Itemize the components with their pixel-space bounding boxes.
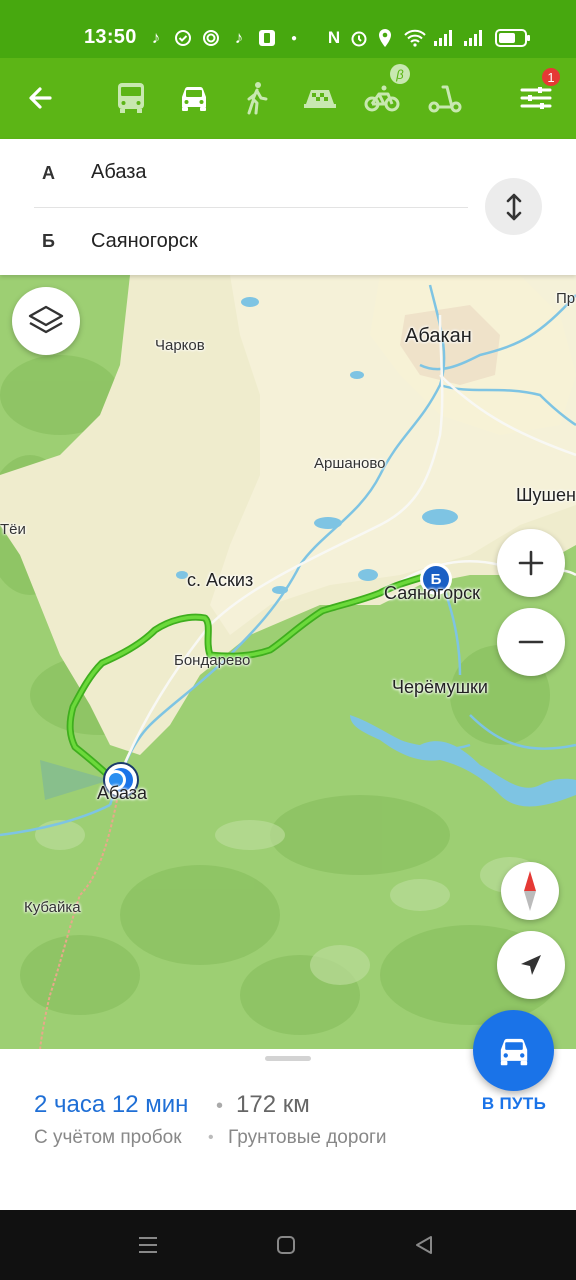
wifi-icon	[402, 28, 428, 48]
zoom-in-button[interactable]	[497, 529, 565, 597]
compass-button[interactable]	[501, 862, 559, 920]
battery-app-icon	[257, 28, 277, 48]
back-triangle-icon	[416, 1236, 432, 1254]
start-point-marker[interactable]	[102, 763, 140, 799]
start-navigation-button[interactable]	[473, 1010, 554, 1091]
spiral-icon	[201, 28, 221, 48]
navigation-arrow-icon	[521, 955, 541, 975]
tiktok-icon: ♪	[151, 28, 161, 47]
signal-icon	[462, 28, 486, 48]
nfc-icon: N	[327, 28, 341, 47]
bike-icon	[364, 85, 400, 112]
location-icon	[375, 28, 395, 48]
back-nav-button[interactable]	[409, 1230, 439, 1260]
walk-icon	[247, 82, 268, 115]
layers-icon	[28, 305, 64, 334]
point-b-field[interactable]: Саяногорск	[91, 230, 198, 253]
swap-vertical-icon	[506, 193, 521, 220]
my-location-button[interactable]	[497, 931, 565, 999]
map-label-shushen: Шушен	[516, 485, 576, 505]
map-label-askiz: с. Аскиз	[187, 570, 254, 590]
taxi-icon	[304, 90, 336, 108]
sheet-drag-handle[interactable]	[265, 1056, 311, 1061]
back-button[interactable]	[12, 70, 68, 126]
map-label-charkov: Чарков	[155, 337, 205, 354]
status-time: 13:50	[84, 26, 137, 48]
car-mode-button[interactable]	[166, 70, 222, 126]
plus-icon	[518, 550, 544, 576]
taxi-mode-button[interactable]	[292, 70, 348, 126]
map-label-abakan: Абакан	[405, 325, 472, 347]
start-navigation-label[interactable]: В ПУТЬ	[470, 1094, 558, 1114]
road-type-note: Грунтовые дороги	[228, 1127, 387, 1148]
dot-icon: ●	[290, 32, 298, 44]
car-icon	[182, 86, 206, 111]
zoom-out-button[interactable]	[497, 608, 565, 676]
scooter-mode-button[interactable]	[417, 70, 473, 126]
minus-icon	[518, 640, 544, 644]
transport-mode-bar: β 1	[0, 58, 576, 139]
recent-apps-button[interactable]	[133, 1230, 163, 1260]
check-circle-icon	[173, 28, 193, 48]
home-square-icon	[277, 1236, 295, 1254]
point-a-field[interactable]: Абаза	[91, 161, 147, 184]
bus-icon	[118, 83, 144, 113]
separator-dot: •	[216, 1095, 224, 1117]
walk-mode-button[interactable]	[228, 70, 284, 126]
traffic-note: С учётом пробок	[34, 1127, 182, 1148]
tiktok-icon: ♪	[234, 28, 244, 47]
alarm-icon	[349, 28, 369, 48]
point-a-letter: А	[42, 163, 55, 183]
route-duration: 2 часа 12 мин	[34, 1091, 189, 1118]
map-label-arshanovo: Аршаново	[314, 455, 386, 472]
battery-icon	[494, 28, 532, 48]
status-bar: 13:50 ♪ ♪ ● N	[0, 0, 576, 58]
filter-count-badge: 1	[540, 66, 562, 88]
separator-dot: •	[208, 1129, 214, 1146]
bike-mode-button[interactable]: β	[354, 64, 410, 126]
map-label-pr: Пр	[556, 290, 576, 307]
route-distance: 172 км	[236, 1091, 310, 1118]
map-label-kubaika: Кубайка	[24, 899, 81, 916]
system-nav-bar	[0, 1210, 576, 1280]
map-view[interactable]: Абакан Пр Чарков Аршаново Шушен Тёи с. А…	[0, 275, 576, 1051]
menu-lines-icon	[139, 1237, 157, 1253]
map-canvas	[0, 275, 576, 1051]
beta-badge: β	[390, 64, 410, 84]
signal-icon	[432, 28, 456, 48]
end-point-marker[interactable]	[420, 563, 452, 595]
divider	[34, 207, 468, 208]
compass-icon	[524, 871, 536, 911]
point-b-letter: Б	[42, 231, 55, 251]
map-layers-button[interactable]	[12, 287, 80, 355]
bus-mode-button[interactable]	[103, 70, 159, 126]
map-label-tei: Тёи	[0, 521, 26, 538]
map-label-bondarevo: Бондарево	[174, 652, 251, 669]
scooter-icon	[428, 85, 462, 113]
home-button[interactable]	[271, 1230, 301, 1260]
swap-points-button[interactable]	[485, 178, 542, 235]
route-settings-button[interactable]: 1	[508, 66, 564, 126]
car-icon	[500, 1038, 527, 1065]
map-label-cheremushki: Черёмушки	[392, 677, 488, 697]
